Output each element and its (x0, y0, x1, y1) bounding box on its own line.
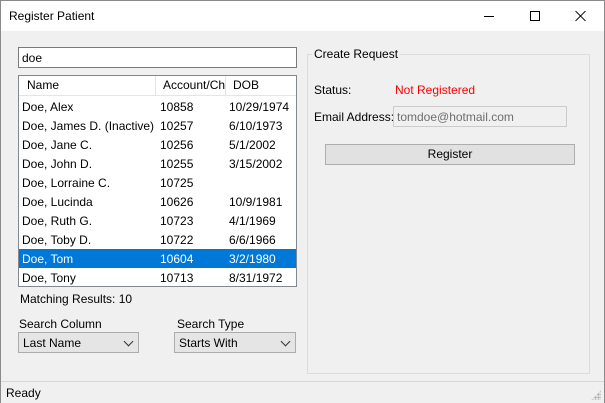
resize-grip-icon[interactable] (591, 390, 601, 400)
cell-account: 10725 (160, 176, 194, 190)
cell-account: 10723 (160, 214, 194, 228)
cell-dob: 3/15/2002 (229, 157, 283, 171)
create-request-title: Create Request (312, 47, 401, 61)
email-address-field (393, 106, 567, 127)
table-row[interactable]: Doe, John D. 10255 3/15/2002 (19, 154, 296, 173)
register-patient-window: Register Patient Name Account/Chart DOB … (0, 0, 605, 403)
cell-name: Doe, Alex (22, 100, 74, 114)
cell-account: 10858 (160, 100, 194, 114)
list-header: Name Account/Chart DOB (19, 76, 296, 96)
search-type-label: Search Type (177, 317, 245, 331)
minimize-button[interactable] (466, 1, 512, 31)
cell-account: 10713 (160, 271, 194, 285)
matching-results-text: Matching Results: 10 (20, 292, 133, 306)
close-button[interactable] (558, 1, 604, 31)
cell-dob: 10/9/1981 (229, 195, 283, 209)
chevron-down-icon (280, 336, 291, 347)
table-row[interactable]: Doe, James D. (Inactive) 10257 6/10/1973 (19, 116, 296, 135)
table-row[interactable]: Doe, Tony 10713 8/31/1972 (19, 268, 296, 286)
search-type-value: Starts With (179, 336, 238, 350)
status-value: Not Registered (395, 83, 476, 97)
column-header-name[interactable]: Name (19, 76, 156, 96)
cell-account: 10257 (160, 119, 194, 133)
status-bar: Ready (1, 381, 604, 403)
cell-name: Doe, Tony (22, 271, 76, 285)
minimize-icon (484, 15, 494, 17)
create-request-group (307, 54, 590, 374)
register-button[interactable]: Register (325, 144, 575, 165)
search-column-label: Search Column (19, 317, 102, 331)
cell-dob: 8/31/1972 (229, 271, 283, 285)
cell-name: Doe, Jane C. (22, 138, 93, 152)
cell-dob: 4/1/1969 (229, 214, 276, 228)
title-bar[interactable]: Register Patient (1, 1, 604, 31)
search-column-select[interactable]: Last Name (18, 332, 139, 353)
table-row[interactable]: Doe, Jane C. 10256 5/1/2002 (19, 135, 296, 154)
cell-dob: 6/10/1973 (229, 119, 283, 133)
cell-dob: 6/6/1966 (229, 233, 276, 247)
cell-name: Doe, James D. (Inactive) (22, 119, 155, 133)
cell-name: Doe, John D. (22, 157, 93, 171)
maximize-icon (530, 11, 540, 21)
table-row[interactable]: Doe, Lorraine C. 10725 (19, 173, 296, 192)
table-row[interactable]: Doe, Lucinda 10626 10/9/1981 (19, 192, 296, 211)
cell-name: Doe, Lorraine C. (22, 176, 111, 190)
cell-account: 10604 (160, 252, 194, 266)
column-header-dob[interactable]: DOB (226, 76, 296, 96)
cell-account: 10255 (160, 157, 194, 171)
cell-account: 10626 (160, 195, 194, 209)
patient-list[interactable]: Name Account/Chart DOB Doe, Alex 10858 10/… (18, 75, 297, 287)
email-address-label: Email Address: (314, 110, 395, 124)
close-icon (575, 10, 587, 22)
cell-dob: 3/2/1980 (229, 252, 276, 266)
status-label: Status: (314, 83, 352, 97)
column-header-account[interactable]: Account/Chart (156, 76, 226, 96)
cell-dob: 10/29/1974 (229, 100, 290, 114)
maximize-button[interactable] (512, 1, 558, 31)
window-title: Register Patient (9, 9, 95, 23)
search-type-select[interactable]: Starts With (174, 332, 296, 353)
search-column-value: Last Name (23, 336, 82, 350)
cell-account: 10722 (160, 233, 194, 247)
table-row[interactable]: Doe, Toby D. 10722 6/6/1966 (19, 230, 296, 249)
table-row[interactable]: Doe, Ruth G. 10723 4/1/1969 (19, 211, 296, 230)
cell-name: Doe, Tom (22, 252, 74, 266)
cell-name: Doe, Ruth G. (22, 214, 93, 228)
chevron-down-icon (123, 336, 134, 347)
table-row[interactable]: Doe, Tom 10604 3/2/1980 (19, 249, 296, 268)
cell-name: Doe, Toby D. (22, 233, 92, 247)
table-row[interactable]: Doe, Alex 10858 10/29/1974 (19, 97, 296, 116)
search-input[interactable] (18, 47, 297, 68)
status-bar-text: Ready (6, 386, 41, 400)
cell-dob: 5/1/2002 (229, 138, 276, 152)
cell-name: Doe, Lucinda (22, 195, 93, 209)
cell-account: 10256 (160, 138, 194, 152)
